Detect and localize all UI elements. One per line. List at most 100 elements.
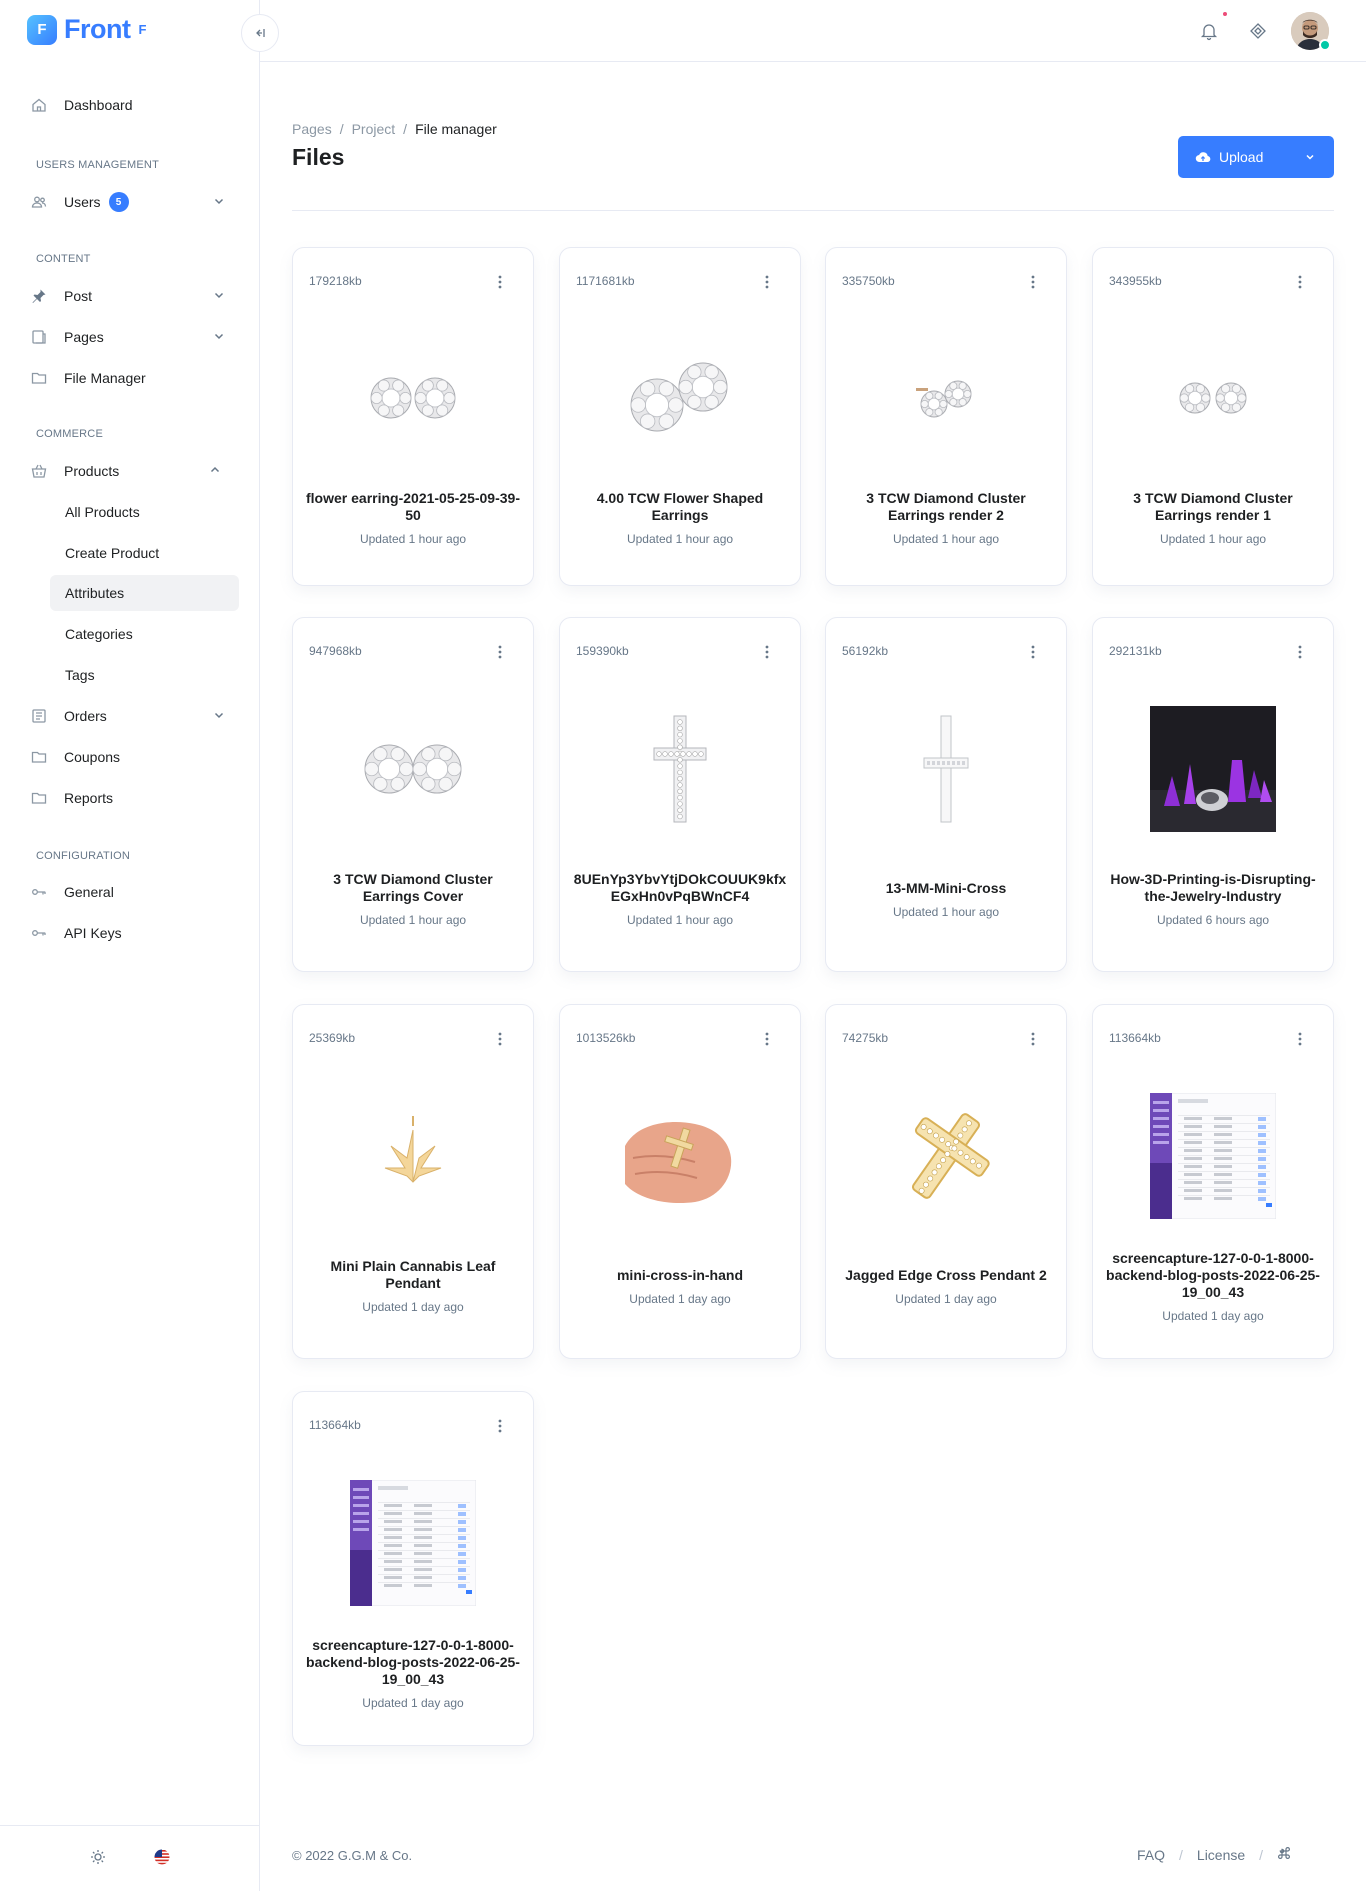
chevron-down-icon: [214, 712, 224, 719]
cluster-studs-image[interactable]: [1168, 348, 1258, 448]
cluster-studs-angled-image[interactable]: [906, 348, 986, 448]
sidebar-item-file-manager[interactable]: File Manager: [30, 360, 238, 396]
file-card[interactable]: 25369kb Mini Plain Cannabis Leaf Pendant U…: [292, 1004, 534, 1359]
more-options-icon[interactable]: [760, 274, 774, 290]
file-name[interactable]: flower earring-2021-05-25-09-39-50: [305, 490, 521, 524]
upload-label: Upload: [1219, 149, 1264, 165]
mini-cross-image[interactable]: [921, 704, 971, 834]
file-size: 292131kb: [1109, 644, 1162, 658]
file-card[interactable]: 74275kb Jagged Edge Cross Pendant 2 Update…: [825, 1004, 1067, 1359]
sidebar-item-label: Coupons: [64, 749, 121, 765]
sidebar-item-dashboard[interactable]: Dashboard: [30, 87, 238, 123]
chevron-down-icon[interactable]: [1304, 151, 1316, 163]
header-divider: [292, 210, 1334, 211]
sidebar-item-label: Pages: [64, 329, 104, 345]
collapse-arrow-icon: [256, 29, 265, 37]
brand-logo[interactable]: F Front F: [27, 14, 146, 45]
file-name[interactable]: screencapture-127-0-0-1-8000-backend-blo…: [305, 1637, 521, 1688]
sidebar-item-label: File Manager: [64, 370, 146, 386]
file-updated: Updated 1 hour ago: [892, 904, 1000, 919]
sidebar-subitem-tags[interactable]: Tags: [50, 657, 239, 693]
3d-printing-photo-image[interactable]: [1150, 704, 1276, 834]
flower-earrings-large-image[interactable]: [615, 348, 745, 448]
sidebar-item-orders[interactable]: Orders: [30, 698, 238, 734]
more-options-icon[interactable]: [1026, 274, 1040, 290]
cannabis-leaf-image[interactable]: [381, 1091, 445, 1221]
file-size: 25369kb: [309, 1031, 356, 1045]
sidebar-subitem-create-product[interactable]: Create Product: [50, 535, 239, 571]
more-options-icon[interactable]: [493, 1031, 507, 1047]
file-name[interactable]: mini-cross-in-hand: [572, 1267, 788, 1284]
more-options-icon[interactable]: [760, 1031, 774, 1047]
file-card[interactable]: 113664kb screencapture-127-0-0-1-8000-bac…: [1092, 1004, 1334, 1359]
more-options-icon[interactable]: [1026, 1031, 1040, 1047]
sun-icon[interactable]: [90, 1849, 106, 1868]
footer-license-link[interactable]: License: [1197, 1847, 1245, 1863]
sidebar-item-users[interactable]: Users 5: [30, 184, 238, 220]
sidebar-subitem-all-products[interactable]: All Products: [50, 494, 239, 530]
file-name[interactable]: How-3D-Printing-is-Disrupting-the-Jewelr…: [1105, 871, 1321, 905]
section-commerce: Commerce: [36, 428, 103, 440]
file-name[interactable]: screencapture-127-0-0-1-8000-backend-blo…: [1105, 1250, 1321, 1301]
sidebar-subitem-attributes[interactable]: Attributes: [50, 575, 239, 611]
file-name[interactable]: 3 TCW Diamond Cluster Earrings render 2: [838, 490, 1054, 524]
sidebar-collapse-button[interactable]: [241, 14, 279, 52]
footer-copyright: © 2022 G.G.M & Co.: [292, 1848, 413, 1863]
orders-icon: [30, 707, 48, 725]
diamond-cross-image[interactable]: [650, 704, 710, 834]
chevron-up-icon: [210, 466, 220, 473]
flower-earrings-image[interactable]: [353, 348, 473, 448]
footer-faq-link[interactable]: FAQ: [1137, 1847, 1165, 1863]
logo-mark-icon: F: [27, 14, 57, 45]
file-card[interactable]: 179218kb flower earring-2021-05-25-09-39-…: [292, 247, 534, 586]
upload-button[interactable]: Upload: [1178, 136, 1334, 178]
screenshot-image[interactable]: [1150, 1091, 1276, 1221]
file-name[interactable]: 13-MM-Mini-Cross: [838, 880, 1054, 897]
sidebar-footer: [0, 1825, 260, 1891]
gold-cross-image[interactable]: [896, 1091, 996, 1221]
screenshot-image[interactable]: [350, 1478, 476, 1608]
sidebar-item-products[interactable]: Products: [30, 453, 238, 489]
file-card[interactable]: 335750kb 3 TCW Diamond Cluster Earrings r…: [825, 247, 1067, 586]
sidebar-item-general[interactable]: General: [30, 874, 238, 910]
cluster-earrings-cover-image[interactable]: [353, 704, 473, 834]
file-card[interactable]: 292131kb How-3D-Printing-is-Disrupting-th…: [1092, 617, 1334, 972]
sidebar-item-reports[interactable]: Reports: [30, 780, 238, 816]
file-size: 74275kb: [842, 1031, 889, 1045]
more-options-icon[interactable]: [1026, 644, 1040, 660]
file-name[interactable]: 8UEnYp3YbvYtjDOkCOUUK9kfxEGxHn0vPqBWnCF4: [572, 871, 788, 905]
more-options-icon[interactable]: [493, 644, 507, 660]
more-options-icon[interactable]: [1293, 1031, 1307, 1047]
more-options-icon[interactable]: [760, 644, 774, 660]
bell-icon[interactable]: [1198, 20, 1220, 42]
file-card[interactable]: 56192kb 13-MM-Mini-Cross Updated 1 hour ag…: [825, 617, 1067, 972]
breadcrumb-project[interactable]: Project: [352, 121, 396, 137]
sidebar-item-post[interactable]: Post: [30, 278, 238, 314]
sidebar-item-coupons[interactable]: Coupons: [30, 739, 238, 775]
sidebar-item-api-keys[interactable]: API Keys: [30, 915, 238, 951]
more-options-icon[interactable]: [1293, 274, 1307, 290]
file-card[interactable]: 159390kb 8UEnYp3YbvYtjDOkCOUUK9kfxEGxHn0v…: [559, 617, 801, 972]
file-name[interactable]: 4.00 TCW Flower Shaped Earrings: [572, 490, 788, 524]
file-card[interactable]: 1013526kb mini-cross-in-hand Updated 1 day…: [559, 1004, 801, 1359]
file-name[interactable]: Jagged Edge Cross Pendant 2: [838, 1267, 1054, 1284]
footer-separator: /: [1179, 1846, 1183, 1863]
command-icon[interactable]: [1277, 1846, 1291, 1863]
more-options-icon[interactable]: [493, 1418, 507, 1434]
apps-icon[interactable]: [1247, 20, 1269, 42]
file-card[interactable]: 343955kb 3 TCW Diamond Cluster Earrings r…: [1092, 247, 1334, 586]
file-name[interactable]: 3 TCW Diamond Cluster Earrings Cover: [305, 871, 521, 905]
sidebar-item-pages[interactable]: Pages: [30, 319, 238, 355]
more-options-icon[interactable]: [493, 274, 507, 290]
file-name[interactable]: Mini Plain Cannabis Leaf Pendant: [305, 1258, 521, 1292]
file-name[interactable]: 3 TCW Diamond Cluster Earrings render 1: [1105, 490, 1321, 524]
sidebar-subitem-categories[interactable]: Categories: [50, 616, 239, 652]
breadcrumb-pages[interactable]: Pages: [292, 121, 332, 137]
file-size: 335750kb: [842, 274, 895, 288]
cross-in-hand-image[interactable]: [625, 1091, 735, 1221]
file-card[interactable]: 1171681kb 4.00 TCW Flower Shaped Earrings…: [559, 247, 801, 586]
file-card[interactable]: 113664kb screencapture-127-0-0-1-8000-bac…: [292, 1391, 534, 1746]
file-card[interactable]: 947968kb 3 TCW Diamond Cluster Earrings C…: [292, 617, 534, 972]
us-flag-icon[interactable]: [154, 1849, 170, 1868]
more-options-icon[interactable]: [1293, 644, 1307, 660]
